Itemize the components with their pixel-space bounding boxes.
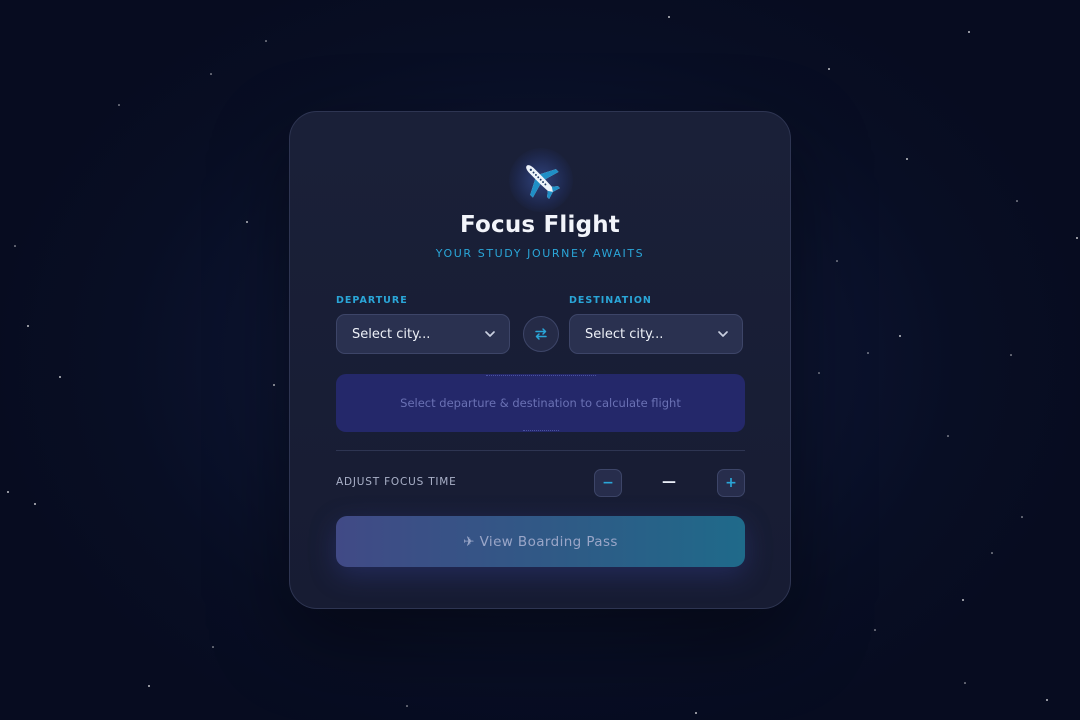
increase-focus-time-button[interactable]: + <box>717 469 745 497</box>
decrease-focus-time-button[interactable]: − <box>594 469 622 497</box>
swap-route-button[interactable] <box>523 316 559 352</box>
chevron-down-icon <box>718 331 728 337</box>
flight-info-box: Select departure & destination to calcul… <box>336 374 745 432</box>
flight-info-message: Select departure & destination to calcul… <box>400 396 681 410</box>
view-boarding-pass-button[interactable]: ✈ View Boarding Pass <box>336 516 745 567</box>
airplane-icon <box>526 165 560 199</box>
adjust-focus-time-label: ADJUST FOCUS TIME <box>336 476 457 488</box>
swap-arrows-icon <box>535 328 547 340</box>
app-subtitle: YOUR STUDY JOURNEY AWAITS <box>435 247 645 260</box>
destination-label: DESTINATION <box>569 295 652 306</box>
destination-value: Select city... <box>585 326 664 342</box>
departure-value: Select city... <box>352 326 431 342</box>
focus-time-value: — <box>662 474 676 490</box>
departure-select[interactable]: Select city... <box>336 314 510 354</box>
flight-setup-card: Focus Flight YOUR STUDY JOURNEY AWAITS D… <box>289 111 791 609</box>
logo-badge <box>509 148 573 212</box>
departure-label: DEPARTURE <box>336 295 408 306</box>
app-title: Focus Flight <box>460 212 620 238</box>
info-dotted-line-bottom <box>522 430 559 431</box>
info-dotted-line-top <box>485 375 596 376</box>
section-divider <box>336 450 745 451</box>
chevron-down-icon <box>485 331 495 337</box>
destination-select[interactable]: Select city... <box>569 314 743 354</box>
